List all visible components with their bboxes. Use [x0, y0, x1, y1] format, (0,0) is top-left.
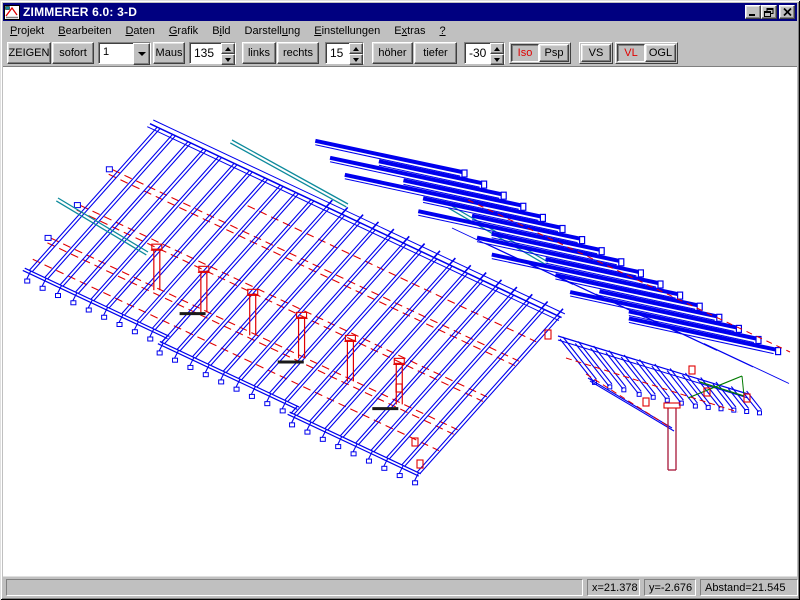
- psp-toggle-button[interactable]: Psp: [539, 44, 569, 62]
- toolbar: ZEIGEN sofort 1 Maus 135 links rechts 15…: [3, 40, 797, 67]
- elevation-spinner: 15: [325, 42, 364, 64]
- zeigen-button[interactable]: ZEIGEN: [7, 42, 51, 64]
- spin-up-button[interactable]: [349, 43, 363, 54]
- menu-label: instellungen: [322, 25, 381, 37]
- menu-label: E: [394, 25, 401, 37]
- tiefer-button[interactable]: tiefer: [414, 42, 457, 64]
- title-bar: ZIMMERER 6.0: 3-D: [3, 3, 797, 21]
- elevation-value[interactable]: 15: [326, 43, 349, 65]
- combo-value: 1: [99, 43, 133, 65]
- combo-dropdown-button[interactable]: [133, 43, 150, 65]
- spin-down-button[interactable]: [221, 54, 235, 65]
- window-title: ZIMMERER 6.0: 3-D: [23, 5, 137, 19]
- roof-wireframe-canvas[interactable]: [3, 67, 797, 576]
- menu-label: ?: [439, 25, 445, 37]
- menu-extras[interactable]: Extras: [387, 23, 432, 39]
- spin-up-button[interactable]: [221, 43, 235, 54]
- view-number-combobox[interactable]: 1: [98, 42, 151, 64]
- menu-bar: Projekt Bearbeiten Daten Grafik Bild Dar…: [3, 21, 797, 40]
- sofort-button[interactable]: sofort: [52, 42, 94, 64]
- application-window: ZIMMERER 6.0: 3-D Proje: [0, 0, 800, 600]
- drawing-viewport[interactable]: [3, 67, 797, 576]
- menu-darstellung[interactable]: Darstellung: [238, 23, 308, 39]
- menu-label: tras: [407, 25, 425, 37]
- menu-label: rojekt: [17, 25, 44, 37]
- status-x-coordinate: x=21.378: [587, 579, 640, 596]
- ogl-toggle-button[interactable]: OGL: [645, 44, 676, 62]
- spin-down-button[interactable]: [490, 54, 504, 65]
- spin-down-button[interactable]: [349, 54, 363, 65]
- render-button-group: VL OGL: [615, 42, 678, 64]
- menu-label: aten: [133, 25, 154, 37]
- rechts-button[interactable]: rechts: [277, 42, 319, 64]
- minimize-button[interactable]: [745, 5, 761, 19]
- vl-toggle-button[interactable]: VL: [617, 44, 645, 62]
- arrow-down-icon: [225, 58, 231, 62]
- menu-einstellungen[interactable]: Einstellungen: [307, 23, 387, 39]
- spin-up-button[interactable]: [490, 43, 504, 54]
- menu-projekt[interactable]: Projekt: [3, 23, 51, 39]
- arrow-down-icon: [353, 58, 359, 62]
- status-bar: x=21.378 y=-2.676 Abstand=21.545: [3, 576, 797, 597]
- tilt-spin-buttons: [490, 43, 504, 65]
- menu-label: rafik: [177, 25, 198, 37]
- vs-toggle-button[interactable]: VS: [581, 44, 611, 62]
- menu-label: ld: [222, 25, 231, 37]
- iso-toggle-button[interactable]: Iso: [511, 44, 539, 62]
- restore-button[interactable]: [761, 5, 777, 19]
- menu-label: B: [212, 25, 219, 37]
- status-distance: Abstand=21.545: [700, 579, 798, 596]
- app-icon[interactable]: [4, 5, 20, 20]
- menu-label: ng: [288, 25, 300, 37]
- close-icon: [783, 8, 792, 16]
- menu-label: Darstell: [245, 25, 282, 37]
- close-button[interactable]: [779, 5, 795, 19]
- arrow-down-icon: [494, 58, 500, 62]
- tilt-spinner: -30: [464, 42, 505, 64]
- status-y-coordinate: y=-2.676: [644, 579, 696, 596]
- vs-button-group: VS: [579, 42, 613, 64]
- menu-bearbeiten[interactable]: Bearbeiten: [51, 23, 118, 39]
- rotation-value[interactable]: 135: [190, 43, 221, 65]
- projection-button-group: Iso Psp: [509, 42, 571, 64]
- menu-label: B: [58, 25, 65, 37]
- menu-label: earbeiten: [66, 25, 112, 37]
- menu-bild[interactable]: Bild: [205, 23, 237, 39]
- menu-daten[interactable]: Daten: [118, 23, 161, 39]
- menu-help[interactable]: ?: [432, 23, 452, 39]
- elevation-spin-buttons: [349, 43, 363, 65]
- rotation-spinner: 135: [189, 42, 236, 64]
- menu-grafik[interactable]: Grafik: [162, 23, 205, 39]
- links-button[interactable]: links: [242, 42, 276, 64]
- rotation-spin-buttons: [221, 43, 235, 65]
- window-controls: [745, 5, 795, 19]
- menu-label: E: [314, 25, 321, 37]
- minimize-icon: [748, 8, 758, 17]
- tilt-value[interactable]: -30: [465, 43, 490, 65]
- arrow-up-icon: [494, 47, 500, 51]
- maus-button[interactable]: Maus: [153, 42, 185, 64]
- status-message-panel: [6, 579, 583, 596]
- restore-icon: [764, 8, 774, 17]
- hoeher-button[interactable]: höher: [372, 42, 413, 64]
- chevron-down-icon: [138, 52, 146, 56]
- arrow-up-icon: [353, 47, 359, 51]
- arrow-up-icon: [225, 47, 231, 51]
